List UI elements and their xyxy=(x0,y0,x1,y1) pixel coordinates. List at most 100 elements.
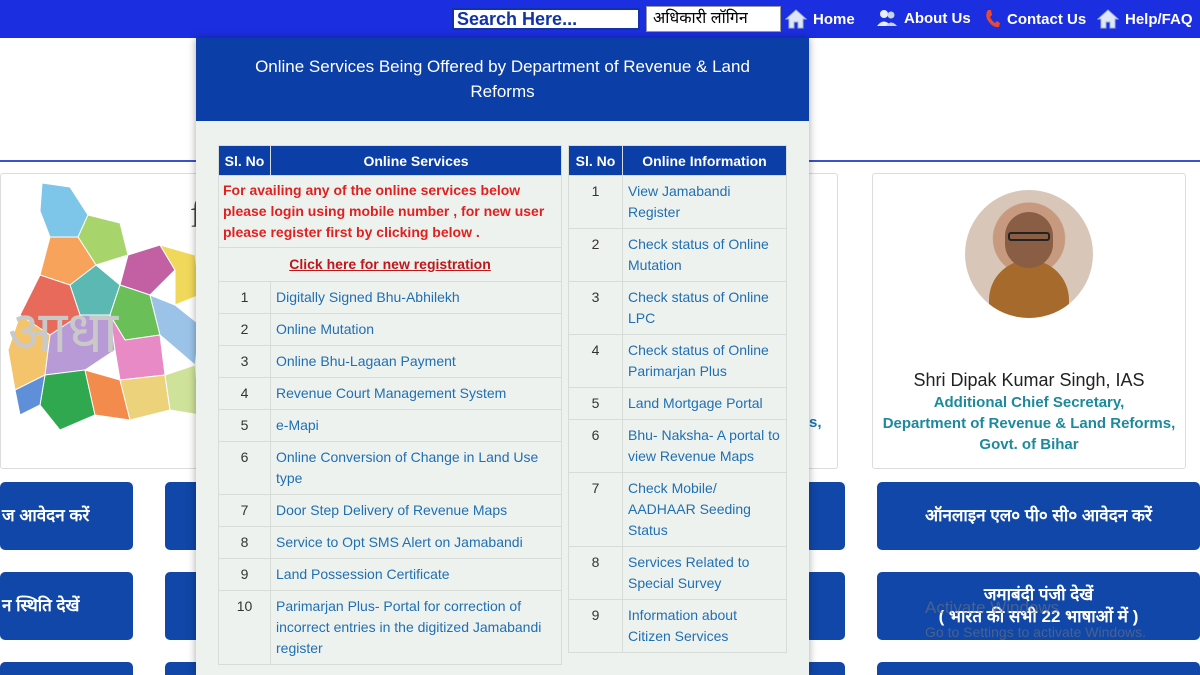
search-input[interactable]: Search Here... xyxy=(452,8,640,30)
row-number: 10 xyxy=(218,590,271,665)
information-link[interactable]: View Jamabandi Register xyxy=(622,175,787,229)
table-row: 1 Digitally Signed Bhu-Abhilekh xyxy=(218,281,562,314)
nav-home[interactable]: Home xyxy=(785,9,855,29)
avatar xyxy=(965,190,1093,318)
service-link[interactable]: Land Possession Certificate xyxy=(270,558,562,591)
top-navigation-bar: Search Here... अधिकारी लॉगिन Home About … xyxy=(0,0,1200,38)
table-row: 8 Service to Opt SMS Alert on Jamabandi xyxy=(218,526,562,559)
information-col-no: Sl. No xyxy=(568,145,623,176)
apply-button-left-1-label: ज आवेदन करें xyxy=(2,506,90,525)
information-link[interactable]: Land Mortgage Portal xyxy=(622,387,787,420)
information-col-name: Online Information xyxy=(622,145,787,176)
middle-panel-partial-text: s, xyxy=(809,414,822,431)
information-link[interactable]: Bhu- Naksha- A portal to view Revenue Ma… xyxy=(622,419,787,473)
row-number: 3 xyxy=(218,345,271,378)
login-notice: For availing any of the online services … xyxy=(218,175,562,248)
service-link[interactable]: e-Mapi xyxy=(270,409,562,442)
table-row: 9 Land Possession Certificate xyxy=(218,558,562,591)
row-number: 6 xyxy=(218,441,271,495)
table-row: 1 View Jamabandi Register xyxy=(568,175,787,229)
table-row: 3 Online Bhu-Lagaan Payment xyxy=(218,345,562,378)
table-row: 3 Check status of Online LPC xyxy=(568,281,787,335)
service-link[interactable]: Online Mutation xyxy=(270,313,562,346)
home-icon xyxy=(785,9,807,29)
service-link[interactable]: Revenue Court Management System xyxy=(270,377,562,410)
information-link[interactable]: Check Mobile/ AADHAAR Seeding Status xyxy=(622,472,787,547)
information-link[interactable]: Information about Citizen Services xyxy=(622,599,787,653)
row-number: 4 xyxy=(218,377,271,410)
service-button-hidden-4[interactable] xyxy=(805,572,845,640)
nav-about-us[interactable]: About Us xyxy=(876,9,971,27)
service-button-hidden-2[interactable] xyxy=(805,482,845,550)
users-icon xyxy=(877,10,897,26)
service-link[interactable]: Service to Opt SMS Alert on Jamabandi xyxy=(270,526,562,559)
status-button-left-2[interactable]: न स्थिति देखें xyxy=(0,572,133,640)
table-row: 4 Revenue Court Management System xyxy=(218,377,562,410)
nav-contact-us-label: Contact Us xyxy=(1007,10,1087,28)
profile-role-line-1: Additional Chief Secretary, xyxy=(933,394,1125,411)
information-link[interactable]: Check status of Online Parimarjan Plus xyxy=(622,334,787,388)
apply-button-left-1[interactable]: ज आवेदन करें xyxy=(0,482,133,550)
service-link[interactable]: Online Bhu-Lagaan Payment xyxy=(270,345,562,378)
table-row: 2 Online Mutation xyxy=(218,313,562,346)
table-row: 5 Land Mortgage Portal xyxy=(568,387,787,420)
profile-role: Additional Chief Secretary, Department o… xyxy=(872,392,1186,455)
service-link[interactable]: Parimarjan Plus- Portal for correction o… xyxy=(270,590,562,665)
table-row: 9 Information about Citizen Services xyxy=(568,599,787,653)
row-number: 6 xyxy=(568,419,623,473)
nav-help-faq-label: Help/FAQ xyxy=(1125,10,1193,28)
online-services-table: Sl. No Online Services For availing any … xyxy=(218,145,562,665)
table-row: 2 Check status of Online Mutation xyxy=(568,228,787,282)
table-row: 6 Online Conversion of Change in Land Use… xyxy=(218,441,562,495)
table-row: 8 Services Related to Special Survey xyxy=(568,546,787,600)
table-row: 7 Check Mobile/ AADHAAR Seeding Status xyxy=(568,472,787,547)
service-link[interactable]: Online Conversion of Change in Land Use … xyxy=(270,441,562,495)
row-number: 4 xyxy=(568,334,623,388)
row-number: 9 xyxy=(568,599,623,653)
windows-activation-watermark-title: Activate Windows xyxy=(925,598,1060,617)
row-number: 3 xyxy=(568,281,623,335)
windows-activation-watermark-subtitle: Go to Settings to activate Windows. xyxy=(925,624,1146,640)
online-services-popup: Online Services Being Offered by Departm… xyxy=(196,38,809,675)
officer-login-select[interactable]: अधिकारी लॉगिन xyxy=(646,6,781,32)
partial-button-bottom-3[interactable] xyxy=(805,662,845,675)
row-number: 2 xyxy=(568,228,623,282)
nav-home-label: Home xyxy=(813,10,855,28)
phone-icon xyxy=(986,10,1000,28)
partial-button-bottom-4[interactable] xyxy=(877,662,1200,675)
information-link[interactable]: Services Related to Special Survey xyxy=(622,546,787,600)
service-link[interactable]: Door Step Delivery of Revenue Maps xyxy=(270,494,562,527)
nav-about-us-label: About Us xyxy=(904,9,971,27)
row-number: 5 xyxy=(218,409,271,442)
table-row: 4 Check status of Online Parimarjan Plus xyxy=(568,334,787,388)
profile-role-line-2: Department of Revenue & Land Reforms, xyxy=(882,415,1176,432)
profile-name: Shri Dipak Kumar Singh, IAS xyxy=(913,370,1145,390)
partial-button-bottom-1[interactable] xyxy=(0,662,133,675)
online-lpc-apply-label: ऑनलाइन एल० पी० सी० आवेदन करें xyxy=(925,506,1152,525)
row-number: 2 xyxy=(218,313,271,346)
table-row: 5 e-Mapi xyxy=(218,409,562,442)
online-lpc-apply-button[interactable]: ऑनलाइन एल० पी० सी० आवेदन करें xyxy=(877,482,1200,550)
new-registration-link[interactable]: Click here for new registration xyxy=(218,247,562,282)
row-number: 9 xyxy=(218,558,271,591)
services-col-name: Online Services xyxy=(270,145,562,176)
table-row: 10 Parimarjan Plus- Portal for correction… xyxy=(218,590,562,665)
online-information-table: Sl. No Online Information 1 View Jamaband… xyxy=(568,145,787,653)
service-link[interactable]: Digitally Signed Bhu-Abhilekh xyxy=(270,281,562,314)
information-link[interactable]: Check status of Online Mutation xyxy=(622,228,787,282)
row-number: 1 xyxy=(218,281,271,314)
popup-title: Online Services Being Offered by Departm… xyxy=(196,38,809,121)
row-number: 7 xyxy=(218,494,271,527)
map-overlay-text: आधा xyxy=(8,300,118,365)
nav-contact-us[interactable]: Contact Us xyxy=(985,9,1086,29)
row-number: 8 xyxy=(568,546,623,600)
row-number: 8 xyxy=(218,526,271,559)
table-row: 7 Door Step Delivery of Revenue Maps xyxy=(218,494,562,527)
home-icon xyxy=(1097,9,1119,29)
status-button-left-2-label: न स्थिति देखें xyxy=(2,596,80,615)
profile-role-line-3: Govt. of Bihar xyxy=(979,436,1079,453)
information-link[interactable]: Check status of Online LPC xyxy=(622,281,787,335)
services-col-no: Sl. No xyxy=(218,145,271,176)
nav-help-faq[interactable]: Help/FAQ xyxy=(1097,9,1193,29)
row-number: 7 xyxy=(568,472,623,547)
